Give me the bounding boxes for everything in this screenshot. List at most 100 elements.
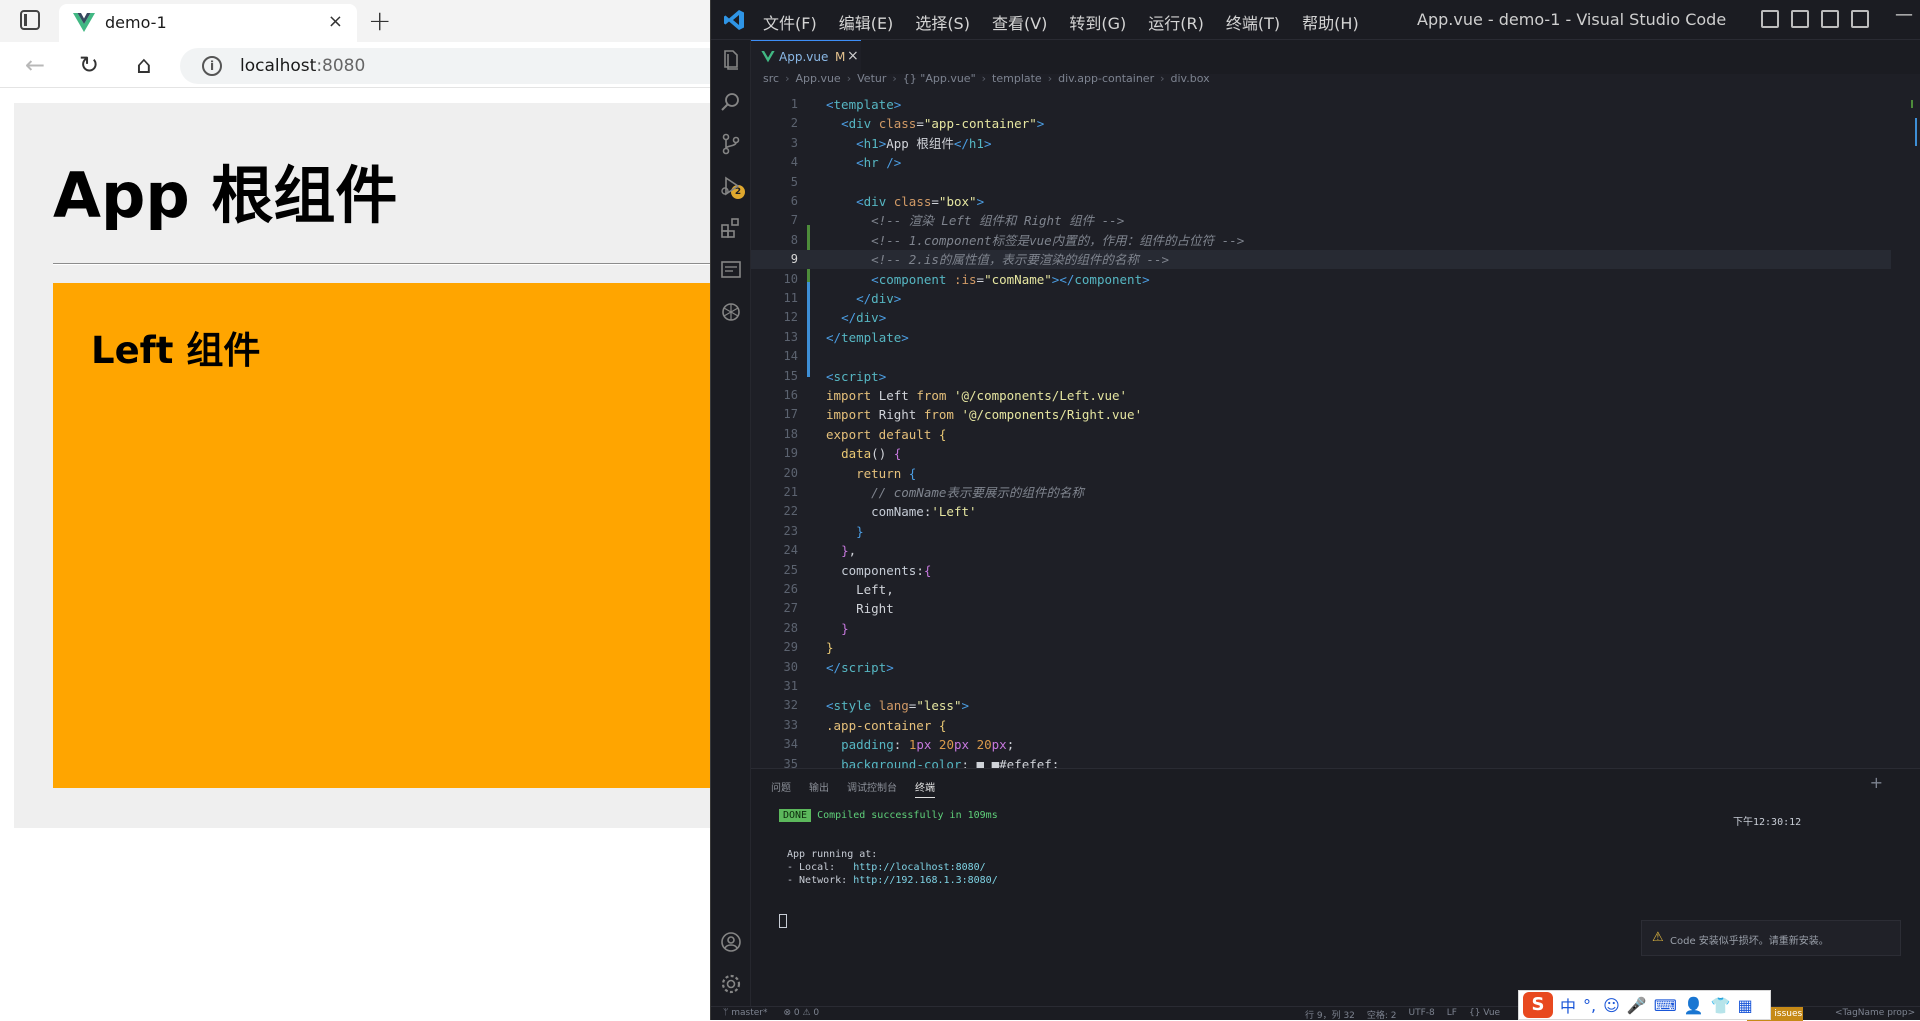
terminal-cursor[interactable] xyxy=(779,914,787,928)
code-line[interactable]: 30 </script> xyxy=(751,658,1891,677)
code-line[interactable]: 35 background-color: ■ ■#efefef; xyxy=(751,755,1891,768)
new-terminal-button[interactable]: + xyxy=(1870,773,1883,792)
code-line[interactable]: 2 <div class="app-container"> xyxy=(751,114,1891,133)
source-control-icon[interactable] xyxy=(719,132,743,156)
code-line[interactable]: 24 }, xyxy=(751,541,1891,560)
cursor-position[interactable]: 行 9，列 32 xyxy=(1305,1008,1355,1021)
code-line[interactable]: 21 // comName表示要展示的组件的名称 xyxy=(751,483,1891,502)
close-tab-icon[interactable]: × xyxy=(328,11,343,32)
code-line[interactable]: 19 data() { xyxy=(751,444,1891,463)
code-line[interactable]: 1 <template> xyxy=(751,95,1891,114)
notification-toast[interactable]: ⚠ Code 安装似乎损坏。请重新安装。 xyxy=(1641,920,1901,956)
code-line[interactable]: 12 </div> xyxy=(751,308,1891,327)
menu-run[interactable]: 运行(R) xyxy=(1148,10,1204,34)
breadcrumb-item[interactable]: div.box xyxy=(1171,72,1210,92)
language-mode[interactable]: {} Vue xyxy=(1469,1008,1500,1021)
breadcrumb-item[interactable]: template xyxy=(992,72,1042,92)
remote-explorer-icon[interactable] xyxy=(719,258,743,282)
tab-app-vue[interactable]: App.vue M × xyxy=(751,40,861,74)
code-line[interactable]: 29} xyxy=(751,638,1891,657)
code-line[interactable]: 8 <!-- 1.component标签是vue内置的，作用：组件的占位符 --… xyxy=(751,231,1891,250)
code-line[interactable]: 18 export default { xyxy=(751,425,1891,444)
toggle-primary-sidebar-icon[interactable] xyxy=(1761,10,1779,28)
chatgpt-icon[interactable] xyxy=(719,300,743,324)
code-line[interactable]: 33 .app-container { xyxy=(751,716,1891,735)
panel-tab-debug-console[interactable]: 调试控制台 xyxy=(847,779,897,798)
search-icon[interactable] xyxy=(719,90,743,114)
encoding[interactable]: UTF-8 xyxy=(1409,1008,1435,1021)
code-line[interactable]: 23 } xyxy=(751,522,1891,541)
code-line[interactable]: 15 <script> xyxy=(751,367,1891,386)
code-editor[interactable]: 1 <template> 2 <div class="app-container">… xyxy=(751,92,1891,768)
menu-help[interactable]: 帮助(H) xyxy=(1302,10,1359,34)
browser-tab[interactable]: demo-1 × xyxy=(59,4,357,42)
menu-go[interactable]: 转到(G) xyxy=(1069,10,1126,34)
customize-layout-icon[interactable] xyxy=(1851,10,1869,28)
reload-button[interactable]: ↻ xyxy=(74,50,104,80)
code-line[interactable]: 4 <hr /> xyxy=(751,153,1891,172)
back-button[interactable]: ← xyxy=(20,50,50,80)
code-line[interactable]: 34 padding: 1px 20px 20px; xyxy=(751,735,1891,754)
breadcrumb-item[interactable]: {} "App.vue" xyxy=(903,72,976,92)
ime-menu-icon[interactable]: ▦ xyxy=(1738,996,1753,1015)
breadcrumb-item[interactable]: Vetur xyxy=(857,72,886,92)
code-line[interactable]: 20 return { xyxy=(751,464,1891,483)
panel-tab-problems[interactable]: 问题 xyxy=(771,779,791,798)
panel-tab-output[interactable]: 输出 xyxy=(809,779,829,798)
toggle-panel-icon[interactable] xyxy=(1791,10,1809,28)
menu-edit[interactable]: 编辑(E) xyxy=(839,10,894,34)
end-of-line[interactable]: LF xyxy=(1447,1008,1457,1021)
menu-selection[interactable]: 选择(S) xyxy=(915,10,970,34)
network-url-link[interactable]: http://192.168.1.3:8080/ xyxy=(853,875,998,886)
menu-file[interactable]: 文件(F) xyxy=(763,10,817,34)
code-line[interactable]: 9 <!-- 2.is的属性值，表示要渲染的组件的名称 --> xyxy=(751,250,1891,270)
close-tab-icon[interactable]: × xyxy=(847,48,859,64)
accounts-icon[interactable] xyxy=(719,930,743,954)
breadcrumb-item[interactable]: src xyxy=(763,72,779,92)
ime-skin-icon[interactable]: 👕 xyxy=(1711,996,1731,1015)
address-bar[interactable]: i localhost:8080 xyxy=(180,48,740,84)
url-text[interactable]: localhost:8080 xyxy=(240,56,365,76)
tab-actions-icon[interactable] xyxy=(20,10,40,30)
code-line[interactable]: 16 import Left from '@/components/Left.vu… xyxy=(751,386,1891,405)
home-button[interactable]: ⌂ xyxy=(129,50,159,80)
ime-voice-icon[interactable]: 🎤 xyxy=(1627,996,1647,1015)
code-line[interactable]: 31 xyxy=(751,677,1891,696)
ime-keyboard-icon[interactable]: ⌨ xyxy=(1654,996,1677,1015)
branch-indicator[interactable]: ᛘ master* xyxy=(723,1008,768,1018)
code-line[interactable]: 27 Right xyxy=(751,599,1891,618)
ime-user-icon[interactable]: 👤 xyxy=(1684,996,1704,1015)
code-line[interactable]: 17 import Right from '@/components/Right.… xyxy=(751,405,1891,424)
ime-chinese-mode[interactable]: 中 xyxy=(1560,993,1576,1017)
code-line[interactable]: 11 </div> xyxy=(751,289,1891,308)
code-line[interactable]: 7 <!-- 渲染 Left 组件和 Right 组件 --> xyxy=(751,211,1891,230)
toggle-secondary-sidebar-icon[interactable] xyxy=(1821,10,1839,28)
code-line[interactable]: 13 </template> xyxy=(751,328,1891,347)
explorer-icon[interactable] xyxy=(719,48,743,72)
ime-emoji-icon[interactable]: ☺ xyxy=(1603,996,1620,1015)
ime-punctuation[interactable]: °, xyxy=(1583,996,1596,1015)
local-url-link[interactable]: http://localhost:8080/ xyxy=(853,862,985,873)
menu-view[interactable]: 查看(V) xyxy=(992,10,1047,34)
problems-indicator[interactable]: ⊗ 0 ⚠ 0 xyxy=(784,1008,820,1018)
code-line[interactable]: 32 <style lang="less"> xyxy=(751,696,1891,715)
breadcrumb-item[interactable]: div.app-container xyxy=(1058,72,1154,92)
new-tab-button[interactable]: + xyxy=(368,4,391,37)
tag-name-prop[interactable]: <TagName prop> xyxy=(1835,1008,1915,1018)
code-line[interactable]: 28 } xyxy=(751,619,1891,638)
code-line[interactable]: 5 xyxy=(751,173,1891,192)
code-line[interactable]: 22 comName:'Left' xyxy=(751,502,1891,521)
code-line[interactable]: 14 xyxy=(751,347,1891,366)
code-line[interactable]: 3 <h1>App 根组件</h1> xyxy=(751,134,1891,153)
extensions-icon[interactable] xyxy=(719,216,743,240)
sogou-logo-icon[interactable]: S xyxy=(1523,992,1553,1018)
settings-gear-icon[interactable] xyxy=(719,972,743,996)
code-line[interactable]: 6 <div class="box"> xyxy=(751,192,1891,211)
code-line[interactable]: 10 <component :is="comName"></component> xyxy=(751,270,1891,289)
minimize-button[interactable]: — xyxy=(1895,4,1913,25)
menu-terminal[interactable]: 终端(T) xyxy=(1226,10,1280,34)
site-info-icon[interactable]: i xyxy=(202,56,222,76)
run-debug-icon[interactable] xyxy=(719,174,743,198)
code-line[interactable]: 26 Left, xyxy=(751,580,1891,599)
code-line[interactable]: 25 components:{ xyxy=(751,561,1891,580)
